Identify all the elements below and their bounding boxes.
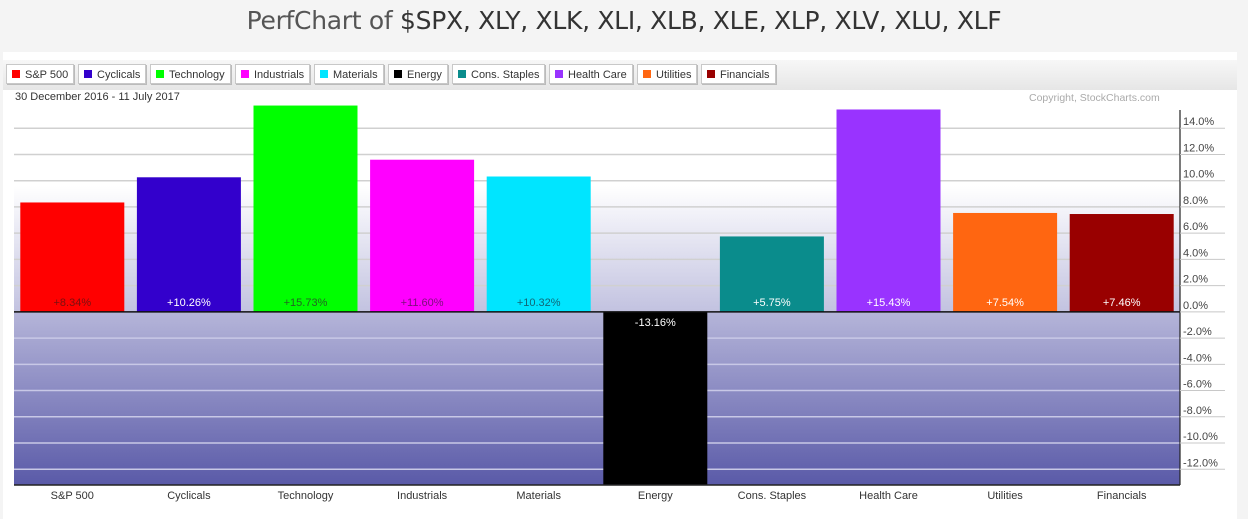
y-tick-label: 2.0%	[1183, 274, 1208, 286]
value-label-utilities: +7.54%	[986, 297, 1024, 309]
y-tick-label: 10.0%	[1183, 169, 1214, 181]
category-label-financials: Financials	[1097, 490, 1147, 502]
y-tick-label: -4.0%	[1183, 352, 1212, 364]
category-label-s-p-500: S&P 500	[51, 490, 94, 502]
y-tick-label: -12.0%	[1183, 457, 1218, 469]
bar-health-care	[836, 109, 941, 312]
y-tick-label: -6.0%	[1183, 379, 1212, 391]
value-label-technology: +15.73%	[284, 297, 328, 309]
value-label-industrials: +11.60%	[401, 297, 444, 309]
value-label-energy: -13.16%	[635, 317, 676, 329]
y-tick-label: -10.0%	[1183, 431, 1218, 443]
page-title-tickers: $SPX, XLY, XLK, XLI, XLB, XLE, XLP, XLV,…	[400, 6, 1002, 35]
bar-energy	[603, 311, 708, 485]
y-tick-label: 14.0%	[1183, 116, 1214, 128]
bar-industrials	[370, 159, 475, 312]
y-tick-label: -2.0%	[1183, 326, 1212, 338]
value-label-s-p-500: +8.34%	[53, 297, 91, 309]
category-label-technology: Technology	[278, 490, 334, 502]
page-title-prefix: PerfChart of	[246, 6, 401, 35]
y-tick-label: 8.0%	[1183, 195, 1208, 207]
bar-technology	[253, 105, 358, 312]
y-tick-label: 0.0%	[1183, 300, 1208, 312]
value-label-cyclicals: +10.26%	[167, 297, 211, 309]
category-label-materials: Materials	[516, 490, 561, 502]
page-title: PerfChart of $SPX, XLY, XLK, XLI, XLB, X…	[0, 0, 1248, 44]
category-label-industrials: Industrials	[397, 490, 448, 502]
category-label-health-care: Health Care	[859, 490, 918, 502]
bar-chart: +8.34% +10.26% +15.73% +11.60% +10.32% -13.16…	[14, 102, 1225, 502]
category-label-energy: Energy	[638, 490, 673, 502]
y-tick-label: 6.0%	[1183, 221, 1208, 233]
bar-materials	[486, 176, 591, 312]
date-range: 30 December 2016 - 11 July 2017	[15, 91, 180, 103]
value-label-materials: +10.32%	[517, 297, 561, 309]
value-label-health-care: +15.43%	[867, 297, 911, 309]
bar-cyclicals	[136, 177, 241, 312]
y-tick-label: 12.0%	[1183, 142, 1214, 154]
category-label-cyclicals: Cyclicals	[167, 490, 211, 502]
y-tick-label: -8.0%	[1183, 405, 1212, 417]
value-label-financials: +7.46%	[1103, 297, 1141, 309]
bar-s-p-500	[20, 202, 125, 312]
value-label-cons-staples: +5.75%	[753, 297, 791, 309]
y-axis-ticks: 14.0% 12.0% 10.0% 8.0% 6.0% 4.0% 2.0% 0.0% -2.0%…	[1180, 116, 1225, 470]
perfchart-panel: S&P 500 Cyclicals Technology Industrials Mat…	[3, 52, 1237, 519]
category-label-utilities: Utilities	[987, 490, 1023, 502]
copyright-notice: Copyright, StockCharts.com	[1029, 92, 1160, 104]
category-label-cons-staples: Cons. Staples	[738, 490, 807, 502]
y-tick-label: 4.0%	[1183, 247, 1208, 259]
x-axis-categories: S&P 500 Cyclicals Technology Industrials Mat…	[51, 490, 1147, 502]
